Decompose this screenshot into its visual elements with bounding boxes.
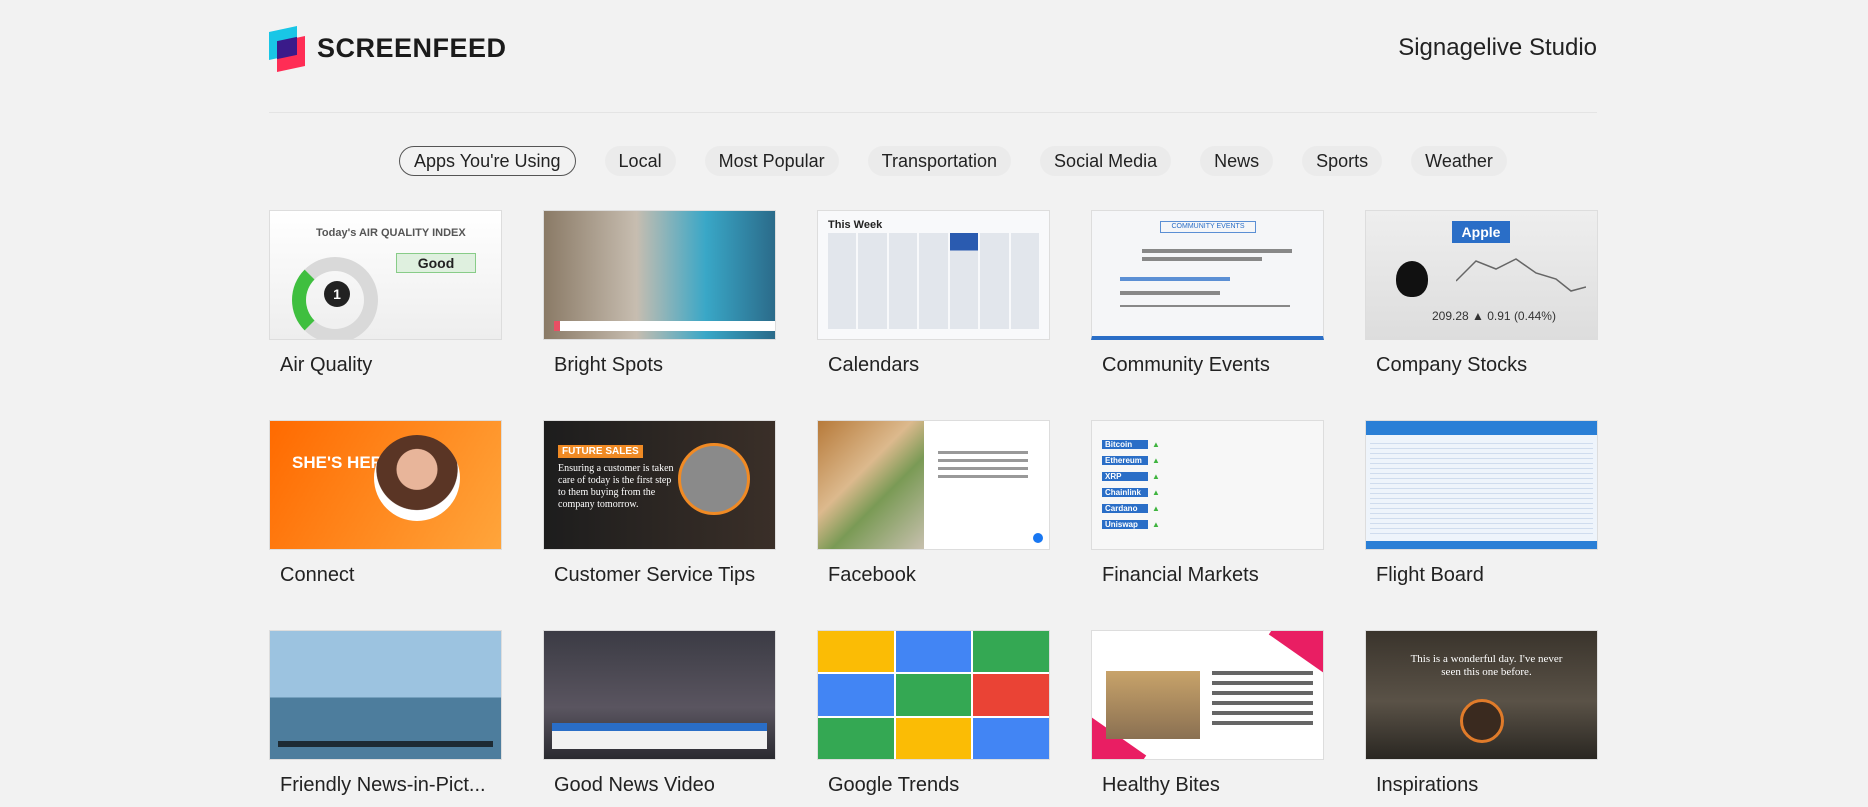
thumb-title: Today's AIR QUALITY INDEX (316, 227, 466, 239)
app-label[interactable]: Air Quality (269, 354, 502, 377)
thumb-title: This Week (828, 219, 883, 231)
app-thumbnail[interactable]: Today's AIR QUALITY INDEX 1 Good (269, 210, 502, 340)
app-label[interactable]: Healthy Bites (1091, 774, 1324, 797)
screenfeed-logo[interactable]: SCREENFEED (269, 25, 507, 72)
worker-photo (1106, 671, 1200, 739)
app-card-bright-spots[interactable]: Bright Spots (543, 210, 776, 408)
board-footer (1366, 541, 1597, 549)
stock-price: 209.28 ▲ 0.91 (0.44%) (1432, 309, 1556, 323)
app-label[interactable]: Company Stocks (1365, 354, 1598, 377)
page-container: SCREENFEED Signagelive Studio Apps You'r… (269, 0, 1598, 796)
tab-transportation[interactable]: Transportation (867, 146, 1012, 176)
app-thumbnail[interactable]: SHE'S HERE! (269, 420, 502, 550)
calendar-columns (828, 233, 1039, 329)
flight-rows (1370, 439, 1593, 537)
app-card-healthy-bites[interactable]: Healthy Bites (1091, 630, 1324, 807)
app-thumbnail[interactable] (1091, 630, 1324, 760)
app-label[interactable]: Calendars (817, 354, 1050, 377)
app-thumbnail[interactable]: Apple 209.28 ▲ 0.91 (0.44%) (1365, 210, 1598, 340)
app-card-financial-markets[interactable]: Bitcoin ▲ Ethereum ▲ XRP ▲ Chainlink ▲ Carda… (1091, 420, 1324, 618)
market-rows: Bitcoin ▲ Ethereum ▲ XRP ▲ Chainlink ▲ Carda… (1102, 437, 1315, 533)
app-label[interactable]: Inspirations (1365, 774, 1598, 797)
quality-value: Good (396, 253, 476, 273)
app-thumbnail[interactable] (1365, 420, 1598, 550)
app-row: SHE'S HERE! Connect FUTURE SALES Ensurin… (269, 420, 1599, 618)
tab-news[interactable]: News (1200, 146, 1274, 176)
caption-bar (278, 741, 493, 747)
tab-local[interactable]: Local (604, 146, 676, 176)
thumb-text: Ensuring a customer is taken care of tod… (558, 463, 674, 510)
tab-social-media[interactable]: Social Media (1040, 146, 1172, 176)
app-card-customer-service-tips[interactable]: FUTURE SALES Ensuring a customer is take… (543, 420, 776, 618)
app-card-air-quality[interactable]: Today's AIR QUALITY INDEX 1 Good Air Qua… (269, 210, 502, 408)
app-card-company-stocks[interactable]: Apple 209.28 ▲ 0.91 (0.44%) Company Stoc… (1365, 210, 1598, 408)
category-tabs: Apps You're Using Local Most Popular Tra… (399, 146, 1536, 176)
app-card-google-trends[interactable]: Google Trends (817, 630, 1050, 807)
app-card-connect[interactable]: SHE'S HERE! Connect (269, 420, 502, 618)
logo-text: SCREENFEED (317, 32, 507, 63)
app-label[interactable]: Flight Board (1365, 564, 1598, 587)
app-label[interactable]: Bright Spots (543, 354, 776, 377)
app-card-calendars[interactable]: This Week Calendars (817, 210, 1050, 408)
caption-bar (552, 723, 767, 749)
portrait-image (374, 435, 460, 521)
app-label[interactable]: Google Trends (817, 774, 1050, 797)
app-thumbnail[interactable] (817, 630, 1050, 760)
app-card-flight-board[interactable]: Flight Board (1365, 420, 1598, 618)
app-label[interactable]: Good News Video (543, 774, 776, 797)
tab-sports[interactable]: Sports (1302, 146, 1383, 176)
tab-most-popular[interactable]: Most Popular (704, 146, 839, 176)
app-thumbnail[interactable]: This Week (817, 210, 1050, 340)
app-label[interactable]: Community Events (1091, 354, 1324, 377)
app-card-good-news-video[interactable]: Good News Video (543, 630, 776, 807)
app-thumbnail[interactable] (543, 630, 776, 760)
ticker-label: Apple (1452, 221, 1510, 243)
app-grid: Today's AIR QUALITY INDEX 1 Good Air Qua… (269, 210, 1599, 807)
app-label[interactable]: Friendly News-in-Pict... (269, 774, 502, 797)
level-value: 1 (324, 281, 350, 307)
tab-weather[interactable]: Weather (1411, 146, 1507, 176)
author-avatar (1460, 699, 1504, 743)
app-label[interactable]: Customer Service Tips (543, 564, 776, 587)
app-row: Friendly News-in-Pict... Good News Video… (269, 630, 1599, 807)
app-thumbnail[interactable] (269, 630, 502, 760)
app-thumbnail[interactable]: FUTURE SALES Ensuring a customer is take… (543, 420, 776, 550)
app-label[interactable]: Financial Markets (1091, 564, 1324, 587)
app-card-inspirations[interactable]: This is a wonderful day. I've never seen… (1365, 630, 1598, 807)
facebook-icon (1033, 533, 1043, 543)
caption-bar (554, 321, 775, 331)
stock-sparkline-icon (1456, 258, 1586, 292)
board-header (1366, 421, 1597, 435)
app-card-friendly-news[interactable]: Friendly News-in-Pict... (269, 630, 502, 807)
app-thumbnail[interactable]: Bitcoin ▲ Ethereum ▲ XRP ▲ Chainlink ▲ Carda… (1091, 420, 1324, 550)
thumb-badge: COMMUNITY EVENTS (1160, 221, 1256, 233)
photo-circle (678, 443, 750, 515)
studio-label: Signagelive Studio (1398, 34, 1597, 61)
tab-apps-youre-using[interactable]: Apps You're Using (399, 146, 576, 176)
app-thumbnail[interactable]: This is a wonderful day. I've never seen… (1365, 630, 1598, 760)
app-card-community-events[interactable]: COMMUNITY EVENTS Community Events (1091, 210, 1324, 408)
screenfeed-logo-icon (269, 25, 309, 72)
app-thumbnail[interactable] (817, 420, 1050, 550)
apple-logo-icon (1396, 261, 1428, 297)
app-label[interactable]: Connect (269, 564, 502, 587)
app-card-facebook[interactable]: Facebook (817, 420, 1050, 618)
app-label[interactable]: Facebook (817, 564, 1050, 587)
food-photo (818, 421, 924, 549)
thumb-tag: FUTURE SALES (558, 445, 643, 458)
app-row: Today's AIR QUALITY INDEX 1 Good Air Qua… (269, 210, 1599, 408)
quote-text: This is a wonderful day. I've never seen… (1410, 653, 1563, 678)
app-thumbnail[interactable] (543, 210, 776, 340)
app-thumbnail[interactable]: COMMUNITY EVENTS (1091, 210, 1324, 340)
top-header: SCREENFEED Signagelive Studio (269, 0, 1597, 113)
